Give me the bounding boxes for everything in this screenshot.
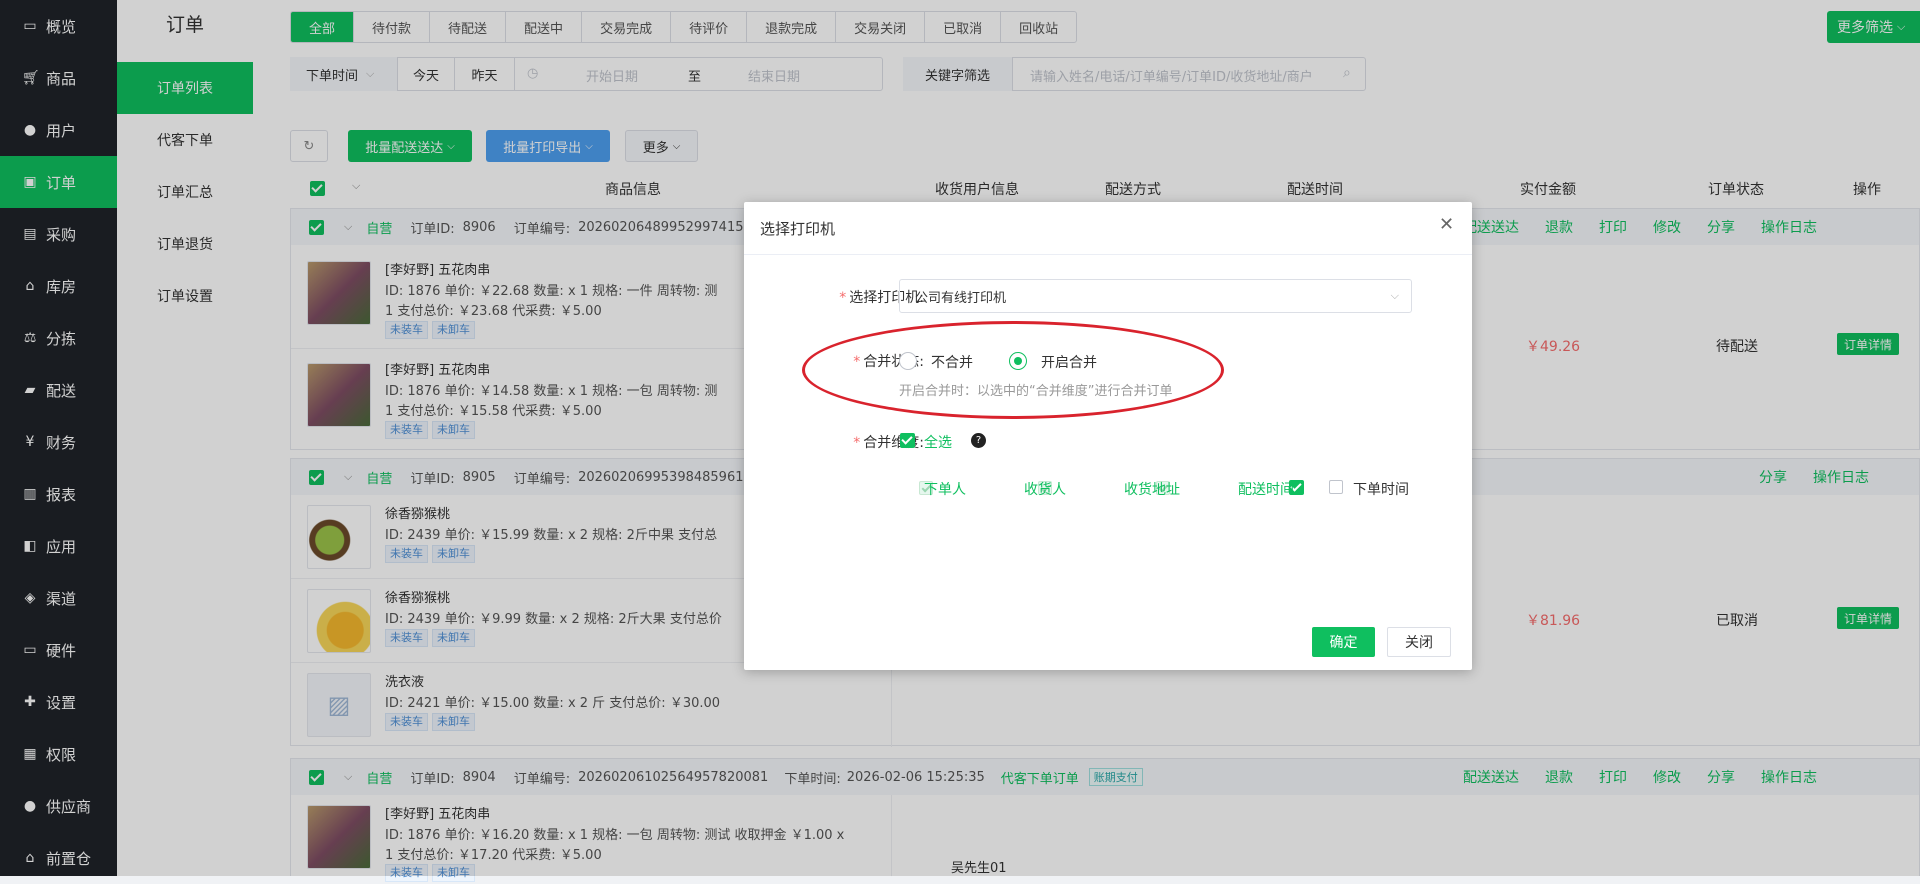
- printer-select-value: 公司有线打印机: [915, 290, 1007, 306]
- select-all-dimensions-checkbox[interactable]: [900, 433, 915, 448]
- dialog-divider: [744, 254, 1472, 255]
- confirm-button[interactable]: 确定: [1312, 627, 1375, 657]
- close-icon[interactable]: ✕: [1439, 214, 1454, 235]
- select-printer-dialog: 选择打印机 ✕ * 选择打印机: 公司有线打印机 ⌵ * 合并状态: 不合并 开启合并…: [744, 202, 1472, 670]
- chevron-down-icon: ⌵: [1390, 289, 1399, 302]
- dimension-checkbox-order-time[interactable]: [1329, 480, 1343, 494]
- dialog-title: 选择打印机: [760, 220, 836, 238]
- close-button[interactable]: 关闭: [1387, 627, 1451, 657]
- printer-select[interactable]: 公司有线打印机 ⌵: [899, 279, 1412, 313]
- annotation-ellipse: [802, 321, 1224, 419]
- select-all-label[interactable]: 全选: [924, 432, 952, 452]
- dimension-label[interactable]: 收货人: [1024, 479, 1066, 499]
- help-icon[interactable]: ?: [971, 433, 986, 448]
- dimension-label[interactable]: 配送时间: [1238, 479, 1294, 499]
- dimension-label[interactable]: 下单人: [924, 479, 966, 499]
- dimension-label[interactable]: 收货地址: [1124, 479, 1180, 499]
- dimension-label[interactable]: 下单时间: [1353, 479, 1409, 499]
